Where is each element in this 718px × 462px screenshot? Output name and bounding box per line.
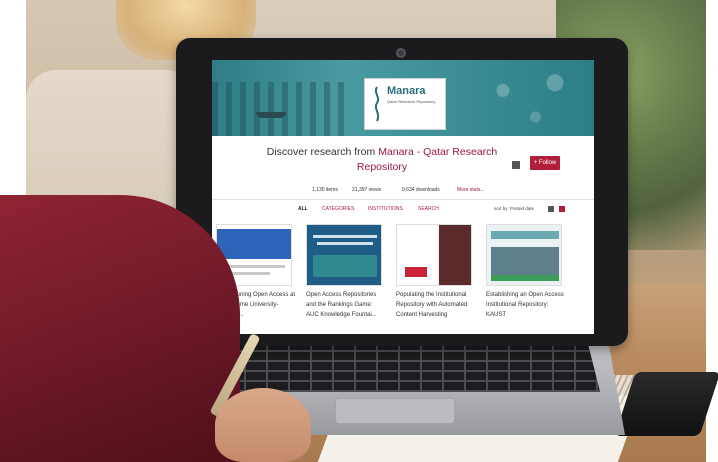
title-prefix: Discover research from — [266, 146, 379, 158]
grid-view-icon[interactable] — [559, 206, 565, 212]
thumbnail-teal-block — [313, 255, 377, 277]
item-thumbnail[interactable] — [396, 224, 472, 286]
person-hand — [215, 388, 311, 462]
item-title[interactable]: Open Access Repositories and the Ranking… — [306, 290, 386, 320]
stat-items: 1,130 items — [312, 187, 338, 193]
skyline-graphic — [212, 82, 352, 136]
calligraphy-logo-icon — [374, 86, 380, 122]
boat-graphic — [256, 112, 286, 118]
item-card[interactable]: Populating the Institutional Repository … — [396, 224, 478, 320]
follow-button[interactable]: + Follow — [530, 156, 560, 170]
page-title: Discover research from Manara - Qatar Re… — [252, 145, 512, 175]
title-repository-link[interactable]: Manara - Qatar Research Repository — [357, 146, 497, 173]
item-card[interactable]: Open Access Repositories and the Ranking… — [306, 224, 388, 320]
thumbnail-text-line — [317, 242, 373, 245]
thumbnail-text-line — [225, 265, 285, 268]
webcam-icon — [396, 48, 406, 58]
item-card[interactable]: Establishing an Open Access Institutiona… — [486, 224, 568, 320]
stats-bar: 1,130 items 21,397 views 9,634 downloads… — [212, 182, 594, 200]
thumbnail-dark-panel — [439, 225, 471, 285]
person-arm — [0, 195, 240, 462]
laptop-lid: Manara Qatar Research Repository Discove… — [176, 38, 628, 346]
item-thumbnail[interactable] — [306, 224, 382, 286]
list-view-icon[interactable] — [548, 206, 554, 212]
laptop-screen: Manara Qatar Research Repository Discove… — [212, 60, 594, 334]
thumbnail-header-band — [491, 231, 559, 239]
thumbnail-red-mark — [405, 267, 427, 277]
tab-categories[interactable]: CATEGORIES — [322, 206, 354, 212]
grid-icon[interactable] — [512, 161, 520, 169]
logo-subtitle: Qatar Research Repository — [387, 99, 436, 104]
thumbnail-text-line — [313, 235, 377, 238]
logo-name: Manara — [387, 85, 426, 97]
laptop-trackpad — [335, 398, 455, 424]
sort-dropdown[interactable]: sort by: Posted date — [494, 206, 534, 211]
thumbnail-blue-band — [217, 229, 291, 259]
stat-downloads: 9,634 downloads — [402, 187, 440, 193]
tab-all[interactable]: ALL — [298, 206, 308, 212]
tab-institutions[interactable]: INSTITUTIONS — [368, 206, 403, 212]
manara-logo[interactable]: Manara Qatar Research Repository — [364, 78, 446, 130]
repository-banner: Manara Qatar Research Repository — [212, 60, 594, 136]
stat-views: 21,397 views — [352, 187, 382, 193]
filter-tabs: ALL CATEGORIES INSTITUTIONS SEARCH sort … — [212, 202, 594, 216]
item-title[interactable]: Populating the Institutional Repository … — [396, 290, 476, 320]
item-thumbnail[interactable] — [486, 224, 562, 286]
tab-search[interactable]: SEARCH — [418, 206, 439, 212]
research-doodles — [464, 60, 594, 136]
more-stats-link[interactable]: More stats... — [457, 187, 485, 193]
thumbnail-green-strip — [491, 275, 559, 281]
item-title[interactable]: Establishing an Open Access Institutiona… — [486, 290, 566, 320]
